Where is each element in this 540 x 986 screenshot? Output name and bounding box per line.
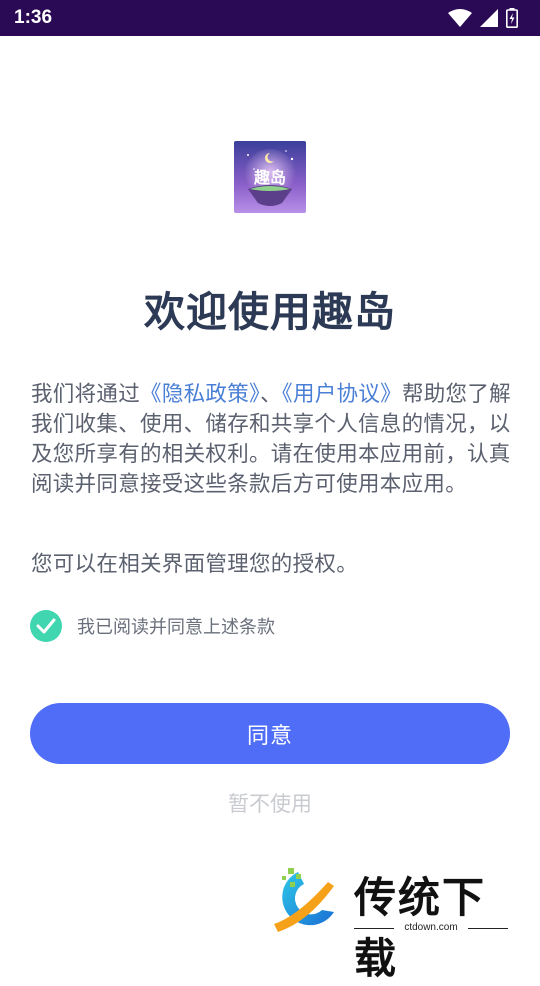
agree-terms-row[interactable]: 我已阅读并同意上述条款 (30, 610, 275, 642)
watermark-logo-icon (274, 868, 334, 932)
battery-charging-icon (506, 8, 518, 28)
welcome-title: 欢迎使用趣岛 (144, 288, 396, 336)
app-icon: 趣岛 (234, 141, 306, 213)
app-icon-text: 趣岛 (253, 168, 286, 187)
status-time: 1:36 (14, 7, 53, 28)
privacy-policy-link[interactable]: 《隐私政策》 (140, 382, 260, 407)
cellular-signal-icon (480, 9, 498, 27)
intro-separator: 、 (260, 382, 282, 407)
wifi-icon (448, 9, 472, 27)
watermark: 传统下载 ctdown.com (268, 862, 518, 983)
intro-text-before: 我们将通过 (31, 382, 141, 407)
user-agreement-link[interactable]: 《用户协议》 (282, 382, 402, 407)
status-icons (448, 8, 518, 28)
decline-button[interactable]: 暂不使用 (0, 788, 540, 818)
agree-checkbox-label: 我已阅读并同意上述条款 (77, 617, 275, 638)
status-bar: 1:36 (0, 0, 540, 36)
watermark-url: ctdown.com (354, 922, 508, 933)
checkmark-icon (36, 618, 56, 634)
intro-text: 我们将通过《隐私政策》、《用户协议》帮助您了解我们收集、使用、储存和共享个人信息… (31, 380, 513, 500)
manage-authorization-text: 您可以在相关界面管理您的授权。 (31, 552, 359, 577)
agree-button[interactable]: 同意 (30, 703, 510, 764)
agree-checkbox[interactable] (30, 610, 62, 642)
